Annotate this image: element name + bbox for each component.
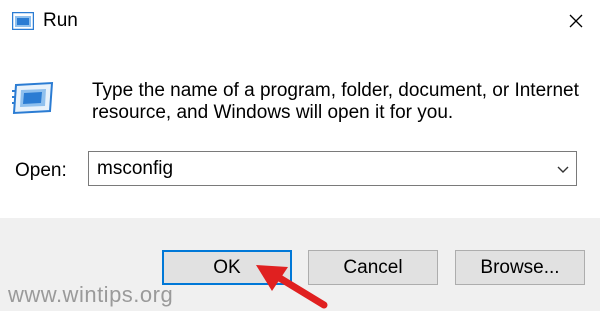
description-line-1: Type the name of a program, folder, docu… bbox=[92, 80, 579, 101]
dialog-description: Type the name of a program, folder, docu… bbox=[92, 80, 592, 124]
run-app-icon bbox=[11, 11, 35, 31]
title-bar: Run bbox=[0, 0, 600, 44]
open-input[interactable] bbox=[97, 157, 527, 181]
red-arrow-icon bbox=[256, 265, 328, 309]
run-dialog-icon bbox=[12, 81, 54, 115]
open-label: Open: bbox=[15, 160, 67, 181]
close-button[interactable] bbox=[553, 0, 600, 44]
browse-button[interactable]: Browse... bbox=[455, 250, 585, 285]
open-combobox[interactable] bbox=[88, 151, 577, 186]
description-line-2: resource, and Windows will open it for y… bbox=[92, 102, 454, 123]
chevron-down-icon[interactable] bbox=[556, 162, 570, 176]
dialog-content: Type the name of a program, folder, docu… bbox=[0, 44, 600, 218]
window-title: Run bbox=[43, 10, 78, 31]
watermark: www.wintips.org bbox=[8, 282, 174, 307]
close-icon bbox=[569, 14, 583, 28]
